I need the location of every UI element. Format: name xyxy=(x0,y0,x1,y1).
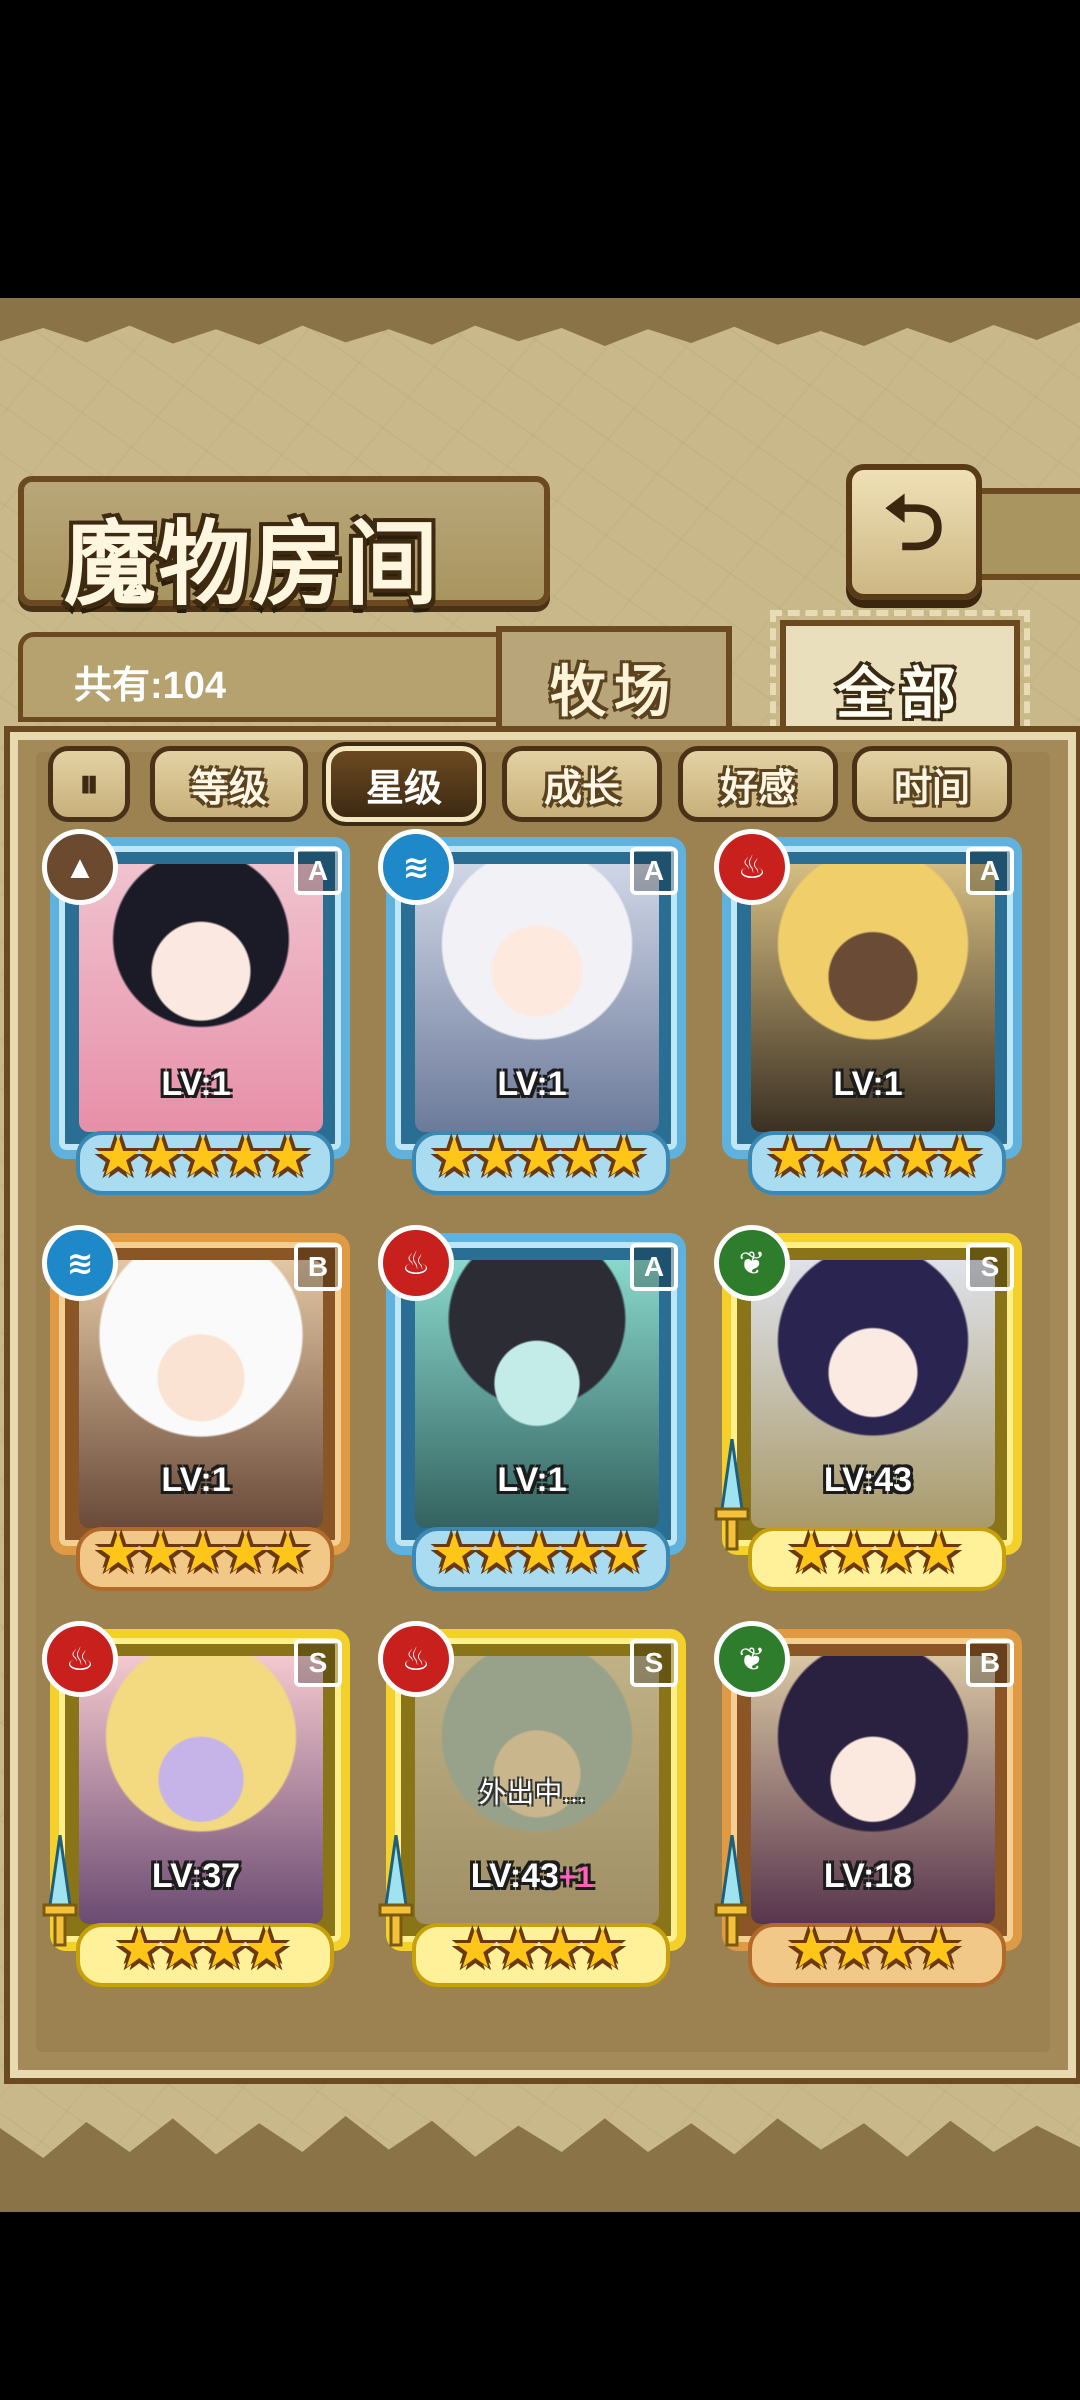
monster-card[interactable]: ♨ A LV:1 ★★★★★ xyxy=(714,829,1036,1201)
filter-star[interactable]: 星级 xyxy=(322,742,486,826)
fire-element-icon: ♨ xyxy=(42,1621,118,1697)
level-label: LV:37 xyxy=(151,1857,241,1895)
filter-affection[interactable]: 好感 xyxy=(678,746,838,822)
monster-card[interactable]: ❦ B LV:18 ★★★★ xyxy=(714,1621,1036,1993)
sword-icon xyxy=(714,1439,750,1551)
monster-card[interactable]: ≋ A LV:1 ★★★★★ xyxy=(378,829,700,1201)
star-rating: ★★★★★ xyxy=(429,1523,648,1583)
filter-time[interactable]: 时间 xyxy=(852,746,1012,822)
water-element-icon: ≋ xyxy=(42,1225,118,1301)
star-rating: ★★★★★ xyxy=(765,1127,984,1187)
star-rating: ★★★★★ xyxy=(93,1127,312,1187)
star-rating: ★★★★ xyxy=(451,1919,627,1979)
tab-ranch[interactable]: 牧场 xyxy=(496,626,732,748)
rank-badge: A xyxy=(294,847,342,895)
wood-element-icon: ❦ xyxy=(714,1225,790,1301)
monster-card[interactable]: ♨ S 外出中... LV:43+1 ★★★★ xyxy=(378,1621,700,1993)
monster-card[interactable]: ♨ S LV:37 ★★★★ xyxy=(42,1621,364,1993)
level-value: LV:43 xyxy=(470,1857,559,1895)
level-label: LV:1 xyxy=(497,1461,567,1499)
rank-badge: S xyxy=(630,1639,678,1687)
title-plaque: 魔物房间 xyxy=(18,476,550,618)
fire-element-icon: ♨ xyxy=(378,1621,454,1697)
star-rating: ★★★★★ xyxy=(93,1523,312,1583)
rank-badge: B xyxy=(294,1243,342,1291)
earth-element-icon: ▲ xyxy=(42,829,118,905)
level-label: LV:1 xyxy=(161,1065,231,1103)
page-title: 魔物房间 xyxy=(64,510,441,618)
rank-badge: S xyxy=(966,1243,1014,1291)
rank-badge: A xyxy=(630,847,678,895)
rank-badge: A xyxy=(630,1243,678,1291)
fire-element-icon: ♨ xyxy=(714,829,790,905)
level-label: LV:1 xyxy=(833,1065,903,1103)
star-rating: ★★★★ xyxy=(787,1919,963,1979)
back-arrow-icon: ⮌ xyxy=(883,480,945,566)
level-label: LV:1 xyxy=(161,1461,231,1499)
sort-order-toggle[interactable]: ⏸ xyxy=(48,746,130,822)
monster-card[interactable]: ≋ B LV:1 ★★★★★ xyxy=(42,1225,364,1597)
filter-level[interactable]: 等级 xyxy=(150,746,308,822)
away-status-label: 外出中... xyxy=(478,1777,586,1808)
sort-toggle-icon: ⏸ xyxy=(79,761,99,806)
level-bonus: +1 xyxy=(558,1861,594,1894)
torn-paper-top-edge xyxy=(0,298,1080,346)
monster-card[interactable]: ▲ A LV:1 ★★★★★ xyxy=(42,829,364,1201)
wood-element-icon: ❦ xyxy=(714,1621,790,1697)
level-label: LV:43+1 xyxy=(382,1857,682,1896)
game-screen: 魔物房间 ⮌ 共有:104 牧场 全部 ⏸ 等级 星级 成长 好感 时间 ▲ A… xyxy=(0,298,1080,2212)
rank-badge: B xyxy=(966,1639,1014,1687)
rank-badge: A xyxy=(966,847,1014,895)
filter-growth[interactable]: 成长 xyxy=(502,746,662,822)
level-label: LV:18 xyxy=(823,1857,913,1895)
star-rating: ★★★★ xyxy=(115,1919,291,1979)
sword-icon xyxy=(42,1835,78,1947)
rank-badge: S xyxy=(294,1639,342,1687)
monster-card[interactable]: ❦ S LV:43 ★★★★ xyxy=(714,1225,1036,1597)
water-element-icon: ≋ xyxy=(378,829,454,905)
level-label: LV:43 xyxy=(823,1461,913,1499)
sword-icon xyxy=(714,1835,750,1947)
star-rating: ★★★★ xyxy=(787,1523,963,1583)
monster-count: 共有:104 xyxy=(74,665,227,707)
sword-icon xyxy=(378,1835,414,1947)
torn-paper-bottom-edge xyxy=(0,2116,1080,2212)
monster-card[interactable]: ♨ A LV:1 ★★★★★ xyxy=(378,1225,700,1597)
fire-element-icon: ♨ xyxy=(378,1225,454,1301)
level-label: LV:1 xyxy=(497,1065,567,1103)
star-rating: ★★★★★ xyxy=(429,1127,648,1187)
back-button[interactable]: ⮌ xyxy=(846,464,982,600)
